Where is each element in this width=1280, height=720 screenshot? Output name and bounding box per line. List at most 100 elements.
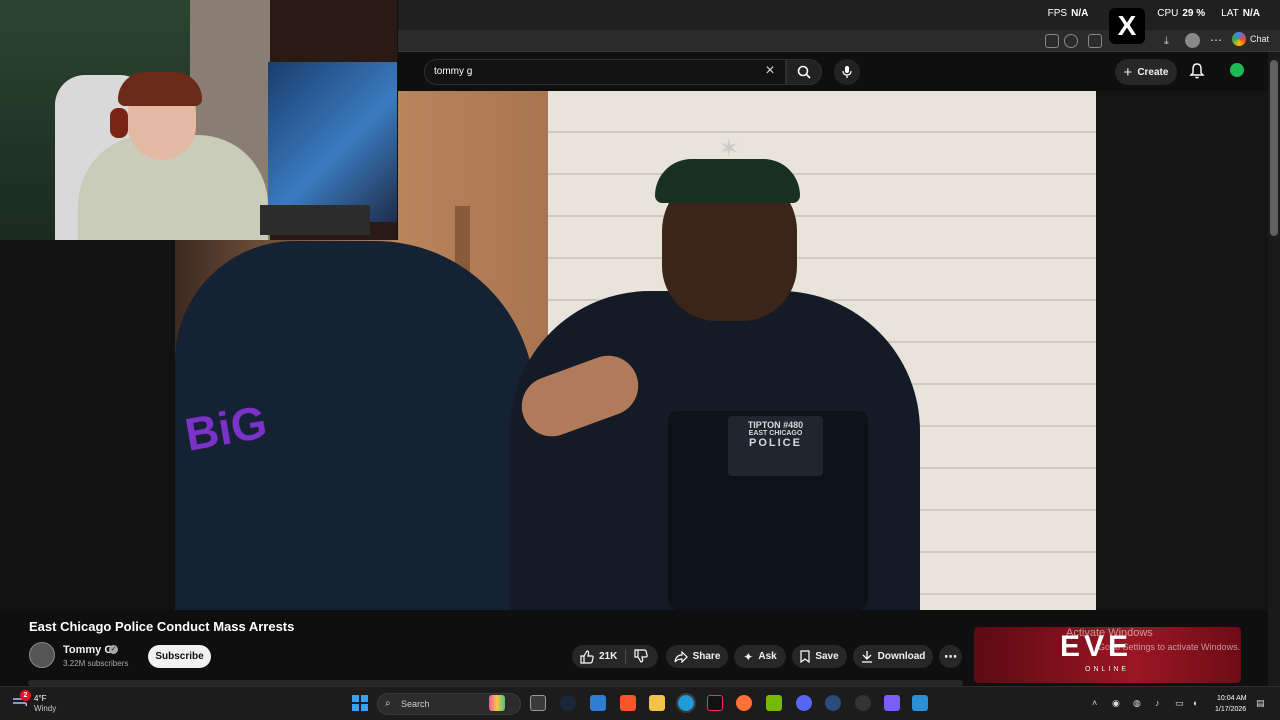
like-divider xyxy=(625,649,626,664)
plus-icon: + xyxy=(1123,63,1133,81)
chat-label: Chat xyxy=(1250,34,1270,44)
network-icon[interactable]: ▭ xyxy=(1175,698,1184,709)
more-actions-button[interactable]: ⋯ xyxy=(939,645,962,668)
lat-value: N/A xyxy=(1242,8,1260,19)
subscriber-count: 3.22M subscribers xyxy=(63,659,129,668)
video-letterbox xyxy=(1096,91,1268,610)
brave-icon[interactable] xyxy=(620,695,636,711)
microphone-tray-icon[interactable]: ♪ xyxy=(1155,698,1160,708)
video-title: East Chicago Police Conduct Mass Arrests xyxy=(29,619,295,634)
save-button[interactable]: Save xyxy=(792,645,847,668)
search-input[interactable] xyxy=(424,59,786,85)
sparkle-icon: ✦ xyxy=(743,649,754,664)
save-label: Save xyxy=(815,651,839,662)
notifications-bell-icon[interactable] xyxy=(1188,62,1208,82)
task-view-icon[interactable] xyxy=(530,695,546,711)
search-button[interactable] xyxy=(786,59,822,85)
file-explorer-icon[interactable] xyxy=(649,695,665,711)
headphones-icon xyxy=(110,108,128,138)
patch-line: TIPTON #480 xyxy=(747,420,804,430)
share-button[interactable]: Share xyxy=(666,645,728,668)
firefox-icon[interactable] xyxy=(736,695,752,711)
account-avatar[interactable] xyxy=(1228,61,1246,79)
voice-search-button[interactable] xyxy=(834,59,860,85)
weather-alert-badge: 2 xyxy=(20,690,31,701)
lat-label: LAT xyxy=(1221,8,1239,19)
clear-search-icon[interactable]: × xyxy=(763,62,777,80)
search-icon xyxy=(797,65,811,79)
sync-tray-icon[interactable]: ◍ xyxy=(1133,698,1141,709)
notepad-icon[interactable] xyxy=(590,695,606,711)
app-icon[interactable] xyxy=(825,695,841,711)
windows-start-icon[interactable] xyxy=(352,695,368,711)
share-icon xyxy=(673,650,688,663)
bookmark-icon xyxy=(800,650,810,663)
share-label: Share xyxy=(692,651,721,662)
weather-temperature: 4°F xyxy=(34,694,47,703)
favorite-star-icon[interactable] xyxy=(1064,34,1078,48)
search-query: tommy g xyxy=(434,66,473,77)
vest-patch: TIPTON #480 EAST CHICAGO POLICE xyxy=(728,416,823,476)
activate-windows-subtitle: Go to Settings to activate Windows. xyxy=(1098,642,1241,652)
x-logo-icon: X xyxy=(1109,8,1145,44)
webcam-overlay xyxy=(0,0,398,240)
downloads-icon[interactable]: ⤓ xyxy=(1164,34,1178,48)
like-count: 21K xyxy=(599,651,618,662)
clock-date[interactable]: 1/17/2026 xyxy=(1215,706,1246,713)
taskbar-search-icon: ⌕ xyxy=(385,698,391,709)
star-badge-icon: ✶ xyxy=(718,133,740,163)
cpu-value: 29 % xyxy=(1182,8,1206,19)
windows-taskbar xyxy=(0,686,1280,720)
create-label: Create xyxy=(1137,66,1169,78)
search-highlight-icon xyxy=(489,695,505,711)
app-grid-icon[interactable] xyxy=(884,695,900,711)
create-button[interactable]: + Create xyxy=(1115,59,1177,85)
weather-condition: Windy xyxy=(34,704,57,713)
app-grid-icon[interactable] xyxy=(1045,34,1059,48)
download-button[interactable]: Download xyxy=(853,645,933,668)
microphone-icon xyxy=(842,66,852,78)
thumbs-up-icon xyxy=(580,649,594,664)
channel-avatar[interactable] xyxy=(29,642,55,668)
fps-label: FPS xyxy=(1047,8,1068,19)
browser-address-bar[interactable] xyxy=(398,30,1280,52)
browser-menu-icon[interactable]: ⋯ xyxy=(1210,33,1222,47)
discord-icon[interactable] xyxy=(796,695,812,711)
streamer-hair xyxy=(118,72,202,106)
extensions-icon[interactable] xyxy=(1088,34,1102,48)
ad-subtitle: ONLINE xyxy=(1085,666,1130,673)
clock-time[interactable]: 10:04 AM xyxy=(1217,695,1247,702)
scrollbar-thumb[interactable] xyxy=(1270,60,1278,236)
photos-icon[interactable] xyxy=(912,695,928,711)
download-label: Download xyxy=(877,651,926,662)
subscribe-button[interactable]: Subscribe xyxy=(148,645,211,668)
tiktok-icon[interactable] xyxy=(707,695,723,711)
app-icon[interactable] xyxy=(855,695,871,711)
profile-avatar[interactable] xyxy=(1185,33,1200,48)
ask-button[interactable]: ✦ Ask xyxy=(734,645,786,668)
fps-value: N/A xyxy=(1071,8,1089,19)
dislike-button[interactable] xyxy=(634,649,650,665)
desk xyxy=(260,205,370,235)
activate-windows-title: Activate Windows xyxy=(1066,627,1153,639)
patch-line: EAST CHICAGO xyxy=(748,430,803,437)
nvidia-icon[interactable] xyxy=(766,695,782,711)
officer-cap xyxy=(655,159,800,203)
steam-icon[interactable] xyxy=(560,695,576,711)
copilot-icon xyxy=(1232,32,1246,46)
patch-line: POLICE xyxy=(749,437,802,449)
copilot-chat-button[interactable]: Chat xyxy=(1232,32,1269,46)
taskbar-search-placeholder: Search xyxy=(401,699,430,709)
volume-icon[interactable]: ◖ xyxy=(1192,698,1197,708)
download-icon xyxy=(861,651,872,663)
notification-icon[interactable]: ▤ xyxy=(1256,698,1265,709)
channel-name[interactable]: Tommy G xyxy=(63,644,113,656)
cpu-label: CPU xyxy=(1157,8,1179,19)
tray-chevron-icon[interactable]: ˄ xyxy=(1092,698,1097,708)
performance-overlay: FPS N/A % CPU 29 % LAT N/A xyxy=(1048,8,1260,19)
ask-label: Ask xyxy=(758,651,777,662)
steam-tray-icon[interactable]: ◉ xyxy=(1112,698,1120,709)
thumbs-down-icon xyxy=(634,649,648,663)
edge-icon[interactable] xyxy=(676,693,696,713)
wall-poster xyxy=(268,62,397,222)
